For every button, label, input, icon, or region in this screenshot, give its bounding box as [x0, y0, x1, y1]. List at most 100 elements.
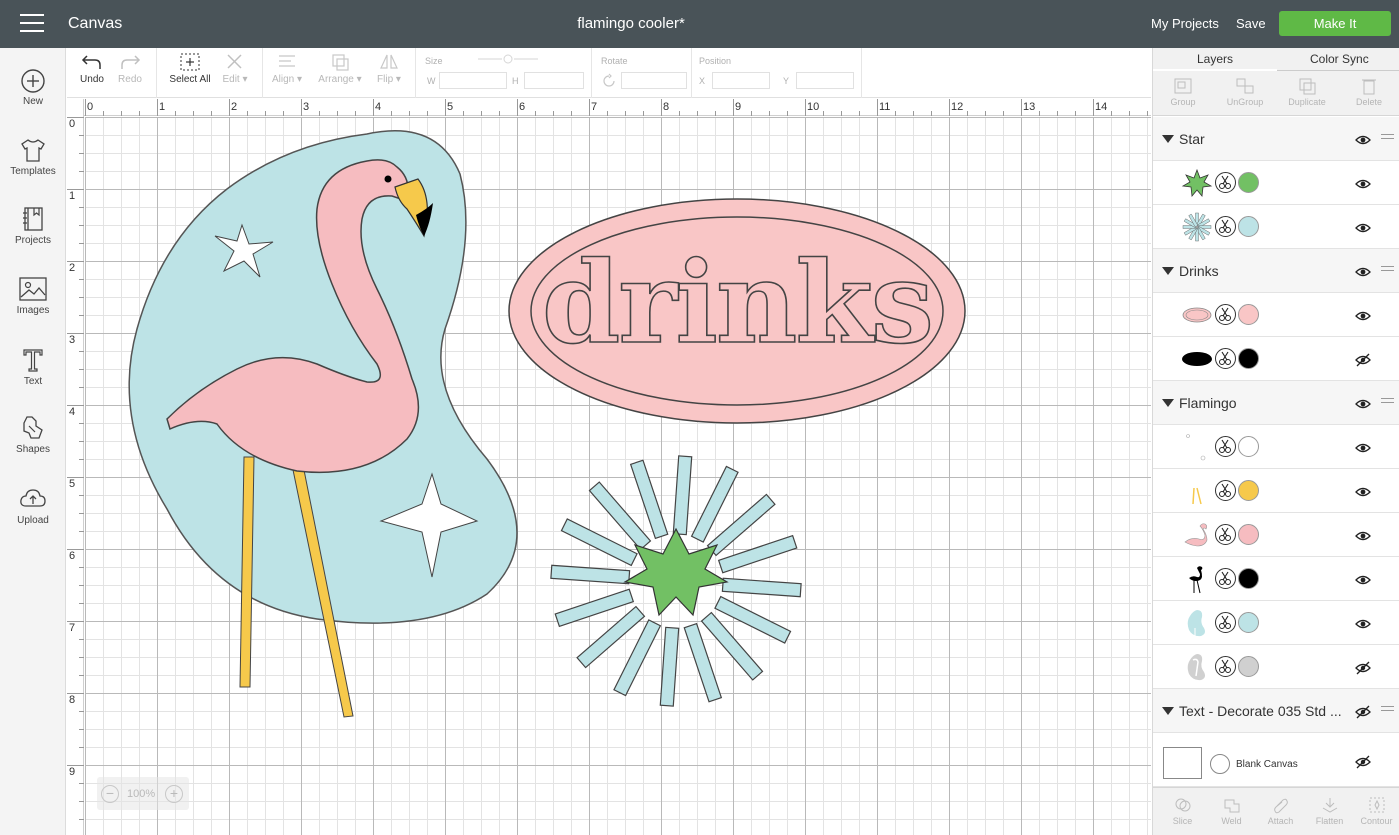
flip-menu-button[interactable]: Flip ▾	[371, 52, 407, 85]
slice-button[interactable]: Slice	[1158, 796, 1207, 826]
visibility-toggle[interactable]	[1355, 573, 1371, 590]
cut-operation-icon[interactable]	[1215, 568, 1236, 589]
eye-icon[interactable]	[1355, 617, 1371, 631]
eye-icon[interactable]	[1355, 485, 1371, 499]
flatten-button[interactable]: Flatten	[1305, 796, 1354, 826]
document-title[interactable]: flamingo cooler*	[0, 15, 1262, 32]
drag-handle-icon[interactable]	[1381, 266, 1394, 274]
eye-icon[interactable]	[1355, 133, 1371, 147]
layer-color-swatch[interactable]	[1238, 480, 1259, 501]
layer-group-row[interactable]: Flamingo	[1153, 381, 1399, 425]
layer-color-swatch[interactable]	[1238, 304, 1259, 325]
sidebar-item-shapes[interactable]: Shapes	[0, 414, 66, 455]
y-position-field[interactable]	[796, 72, 854, 89]
tab-layers[interactable]: Layers	[1197, 52, 1233, 66]
visibility-toggle[interactable]	[1355, 265, 1371, 282]
visibility-toggle[interactable]	[1355, 485, 1371, 502]
visibility-toggle[interactable]	[1355, 221, 1371, 238]
cut-operation-icon[interactable]	[1215, 480, 1236, 501]
eye-icon[interactable]	[1355, 265, 1371, 279]
layer-color-swatch[interactable]	[1238, 612, 1259, 633]
layer-color-swatch[interactable]	[1238, 436, 1259, 457]
sidebar-item-templates[interactable]: Templates	[0, 136, 66, 177]
redo-button[interactable]: Redo	[115, 52, 145, 85]
layer-row[interactable]	[1153, 425, 1399, 469]
layer-color-swatch[interactable]	[1238, 524, 1259, 545]
cut-operation-icon[interactable]	[1215, 524, 1236, 545]
eye-hidden-icon[interactable]	[1355, 705, 1371, 719]
eye-icon[interactable]	[1355, 309, 1371, 323]
flamingo-group[interactable]	[128, 130, 518, 718]
layer-row[interactable]	[1153, 469, 1399, 513]
design-canvas[interactable]: 0 1 2 3 4 5 6 7 8 9 10 11 12 13 14 0123456789 drinks	[67, 99, 1151, 835]
cut-operation-icon[interactable]	[1215, 172, 1236, 193]
lock-icon[interactable]	[478, 52, 538, 66]
select-all-button[interactable]: Select All	[165, 52, 215, 85]
visibility-toggle[interactable]	[1355, 705, 1371, 722]
eye-hidden-icon[interactable]	[1355, 353, 1371, 367]
sidebar-item-projects[interactable]: Projects	[0, 205, 66, 246]
visibility-toggle[interactable]	[1355, 617, 1371, 634]
zoom-out-icon[interactable]: −	[101, 785, 119, 803]
edit-menu-button[interactable]: Edit ▾	[217, 52, 253, 85]
layer-row[interactable]	[1153, 601, 1399, 645]
delete-button[interactable]: Delete	[1339, 77, 1399, 107]
layer-color-swatch[interactable]	[1238, 348, 1259, 369]
arrange-menu-button[interactable]: Arrange ▾	[315, 52, 365, 85]
weld-button[interactable]: Weld	[1207, 796, 1256, 826]
eye-icon[interactable]	[1355, 397, 1371, 411]
sidebar-item-upload[interactable]: Upload	[0, 485, 66, 526]
cut-operation-icon[interactable]	[1215, 436, 1236, 457]
layer-row[interactable]	[1153, 557, 1399, 601]
my-projects-link[interactable]: My Projects	[1151, 16, 1219, 31]
expand-caret-icon[interactable]	[1162, 707, 1174, 715]
drag-handle-icon[interactable]	[1381, 398, 1394, 406]
eye-icon[interactable]	[1355, 441, 1371, 455]
visibility-toggle[interactable]	[1355, 397, 1371, 414]
height-field[interactable]	[524, 72, 584, 89]
eye-icon[interactable]	[1355, 221, 1371, 235]
visibility-toggle[interactable]	[1355, 661, 1371, 678]
layer-group-row[interactable]: Star	[1153, 117, 1399, 161]
drag-handle-icon[interactable]	[1381, 134, 1394, 142]
layer-group-row[interactable]: Drinks	[1153, 249, 1399, 293]
cut-operation-icon[interactable]	[1215, 656, 1236, 677]
width-field[interactable]	[439, 72, 507, 89]
zoom-in-icon[interactable]: +	[165, 785, 183, 803]
eye-icon[interactable]	[1355, 177, 1371, 191]
cut-operation-icon[interactable]	[1215, 612, 1236, 633]
layer-row[interactable]	[1153, 337, 1399, 381]
visibility-toggle[interactable]	[1355, 133, 1371, 150]
drinks-group[interactable]: drinks	[508, 198, 966, 424]
make-it-button[interactable]: Make It	[1279, 11, 1391, 36]
cut-operation-icon[interactable]	[1215, 216, 1236, 237]
drinks-text[interactable]: drinks	[541, 237, 935, 370]
visibility-toggle[interactable]	[1355, 441, 1371, 458]
layer-row[interactable]	[1153, 645, 1399, 689]
duplicate-button[interactable]: Duplicate	[1277, 77, 1337, 107]
ungroup-button[interactable]: UnGroup	[1215, 77, 1275, 107]
sidebar-item-text[interactable]: Text	[0, 346, 66, 387]
eye-hidden-icon[interactable]	[1355, 755, 1371, 769]
contour-button[interactable]: Contour	[1352, 796, 1399, 826]
save-button[interactable]: Save	[1236, 16, 1266, 31]
undo-button[interactable]: Undo	[77, 52, 107, 85]
visibility-toggle[interactable]	[1355, 309, 1371, 326]
cut-operation-icon[interactable]	[1215, 304, 1236, 325]
drag-handle-icon[interactable]	[1381, 706, 1394, 714]
sidebar-item-images[interactable]: Images	[0, 275, 66, 316]
tab-color-sync[interactable]: Color Sync	[1310, 52, 1369, 66]
rotate-field[interactable]	[621, 72, 687, 89]
eye-icon[interactable]	[1355, 529, 1371, 543]
layer-color-swatch[interactable]	[1238, 216, 1259, 237]
layer-row[interactable]	[1153, 205, 1399, 249]
eye-hidden-icon[interactable]	[1355, 661, 1371, 675]
layer-color-swatch[interactable]	[1238, 172, 1259, 193]
sidebar-item-new[interactable]: New	[0, 68, 66, 107]
layer-color-swatch[interactable]	[1238, 568, 1259, 589]
cut-operation-icon[interactable]	[1215, 348, 1236, 369]
attach-button[interactable]: Attach	[1256, 796, 1305, 826]
expand-caret-icon[interactable]	[1162, 267, 1174, 275]
layer-row[interactable]	[1153, 513, 1399, 557]
group-button[interactable]: Group	[1153, 77, 1213, 107]
